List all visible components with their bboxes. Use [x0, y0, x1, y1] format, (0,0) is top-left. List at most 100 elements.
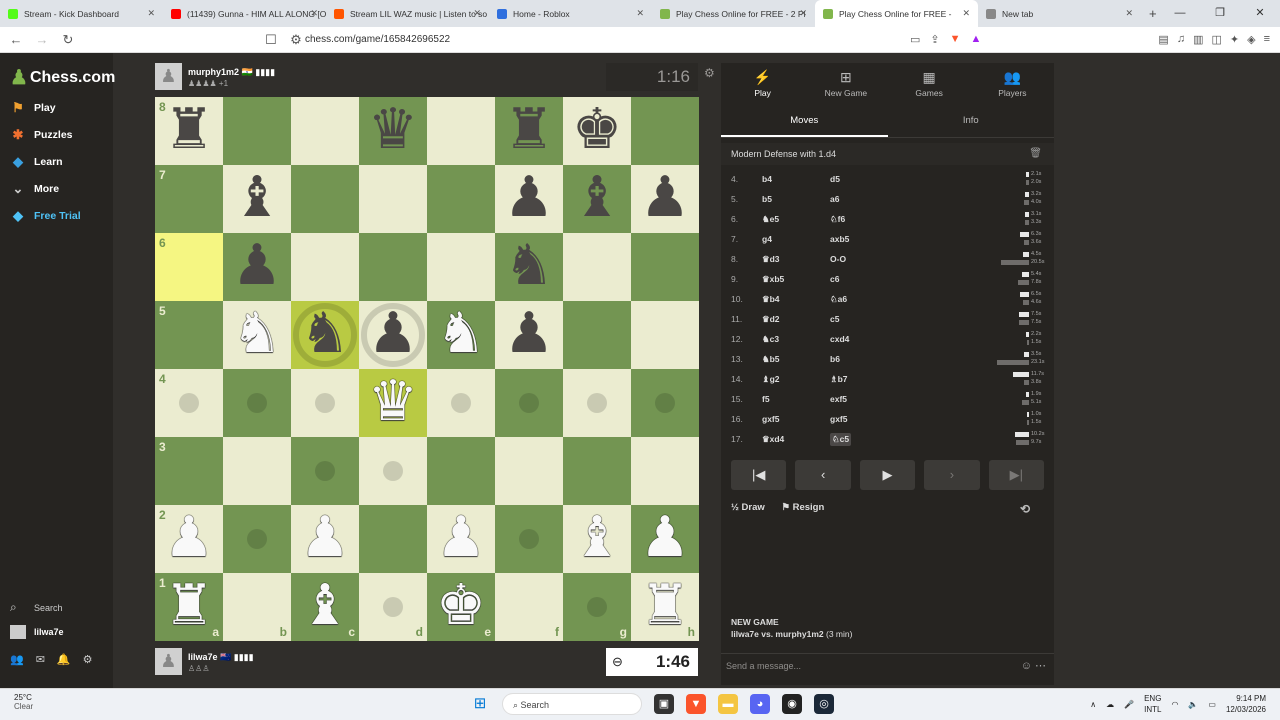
white-knight-icon[interactable]: ♞: [427, 301, 495, 369]
square-c4[interactable]: [291, 369, 359, 437]
previous-move-button[interactable]: ‹: [795, 460, 851, 490]
square-h5[interactable]: [631, 301, 699, 369]
square-e6[interactable]: [427, 233, 495, 301]
black-move[interactable]: ♘c5: [830, 433, 852, 446]
legal-move-dot[interactable]: [315, 461, 335, 481]
square-g6[interactable]: [563, 233, 631, 301]
brave-browser-icon[interactable]: ▼: [686, 694, 706, 714]
white-move[interactable]: ♛d3: [762, 254, 780, 265]
draw-button[interactable]: ½ Draw: [731, 502, 765, 513]
browser-tab[interactable]: (11439) Gunna - HIM ALL ALONG [O ✕: [163, 0, 326, 27]
browser-tab[interactable]: Home - Roblox ✕: [489, 0, 652, 27]
white-pawn-icon[interactable]: ♟: [427, 505, 495, 573]
square-h1[interactable]: h ♜: [631, 573, 699, 641]
square-b8[interactable]: [223, 97, 291, 165]
trash-icon[interactable]: 🗑: [1029, 143, 1042, 165]
square-e4[interactable]: [427, 369, 495, 437]
white-pawn-icon[interactable]: ♟: [155, 505, 223, 573]
vpn-icon[interactable]: ◈: [1247, 33, 1255, 46]
square-a6[interactable]: 6: [155, 233, 223, 301]
bottom-player-name[interactable]: lilwa7e: [188, 652, 218, 662]
tray-chevron-icon[interactable]: ∧: [1090, 700, 1096, 709]
board-settings-icon[interactable]: ⚙: [704, 66, 715, 80]
sidebar-item-learn[interactable]: ◆ Learn: [10, 154, 63, 170]
square-f5[interactable]: ♟: [495, 301, 563, 369]
taskbar-clock[interactable]: 9:14 PM 12/03/2026: [1226, 693, 1266, 715]
reader-icon[interactable]: ▥: [1193, 33, 1203, 46]
square-f4[interactable]: [495, 369, 563, 437]
sidebar-item-free-trial[interactable]: ◆ Free Trial: [10, 208, 81, 224]
cast-icon[interactable]: ▭: [910, 33, 920, 46]
white-move[interactable]: ♞e5: [762, 214, 779, 225]
panel-tab-players[interactable]: 👥 Players: [971, 63, 1054, 103]
file-explorer-icon[interactable]: ▬: [718, 694, 738, 714]
black-pawn-icon[interactable]: ♟: [631, 165, 699, 233]
white-pawn-icon[interactable]: ♟: [631, 505, 699, 573]
music-icon[interactable]: ♫: [1177, 33, 1185, 46]
square-g4[interactable]: [563, 369, 631, 437]
legal-move-dot[interactable]: [587, 597, 607, 617]
white-pawn-icon[interactable]: ♟: [291, 505, 359, 573]
square-e5[interactable]: ♞: [427, 301, 495, 369]
tab-close-icon[interactable]: ✕: [962, 8, 970, 19]
legal-move-dot[interactable]: [383, 461, 403, 481]
square-c2[interactable]: ♟: [291, 505, 359, 573]
black-move[interactable]: O-O: [830, 254, 846, 264]
square-d8[interactable]: ♛: [359, 97, 427, 165]
white-bishop-icon[interactable]: ♝: [291, 573, 359, 641]
onedrive-icon[interactable]: ☁: [1106, 700, 1114, 709]
black-pawn-icon[interactable]: ♟: [223, 233, 291, 301]
square-h4[interactable]: [631, 369, 699, 437]
resign-button[interactable]: ⚑ Resign: [781, 502, 824, 513]
square-e2[interactable]: ♟: [427, 505, 495, 573]
menu-icon[interactable]: ≡: [1264, 33, 1270, 46]
bottom-player-avatar[interactable]: ♟: [155, 648, 182, 675]
legal-move-dot[interactable]: [247, 529, 267, 549]
share-icon[interactable]: ⇪: [930, 33, 939, 46]
rewards-icon[interactable]: ▲: [971, 33, 982, 46]
square-f1[interactable]: f: [495, 573, 563, 641]
tab-close-icon[interactable]: ✕: [310, 8, 318, 19]
black-move[interactable]: ♘a6: [830, 294, 847, 305]
square-b5[interactable]: ♞: [223, 301, 291, 369]
last-move-button[interactable]: ▶|: [988, 460, 1045, 490]
square-h2[interactable]: ♟: [631, 505, 699, 573]
black-move[interactable]: b6: [830, 354, 840, 364]
tab-moves[interactable]: Moves: [721, 108, 888, 137]
back-icon[interactable]: ←: [6, 32, 26, 47]
top-player-avatar[interactable]: ♟: [155, 63, 182, 90]
black-king-icon[interactable]: ♚: [563, 97, 631, 165]
battery-icon[interactable]: ▭: [1208, 700, 1216, 709]
browser-tab[interactable]: Stream - Kick Dashboard ✕: [0, 0, 163, 27]
mail-icon[interactable]: ✉: [36, 653, 45, 666]
square-g8[interactable]: ♚: [563, 97, 631, 165]
tab-close-icon[interactable]: ✕: [147, 8, 155, 19]
square-b3[interactable]: [223, 437, 291, 505]
square-b4[interactable]: [223, 369, 291, 437]
square-f7[interactable]: ♟: [495, 165, 563, 233]
ai-icon[interactable]: ✦: [1230, 33, 1239, 46]
legal-move-dot[interactable]: [587, 393, 607, 413]
black-pawn-icon[interactable]: ♟: [495, 301, 563, 369]
black-move[interactable]: exf5: [830, 394, 847, 404]
square-d5[interactable]: ♟: [359, 301, 427, 369]
square-h3[interactable]: [631, 437, 699, 505]
square-c5[interactable]: ♞: [291, 301, 359, 369]
white-queen-icon[interactable]: ♛: [359, 369, 427, 437]
white-bishop-icon[interactable]: ♝: [563, 505, 631, 573]
square-h8[interactable]: [631, 97, 699, 165]
white-rook-icon[interactable]: ♜: [631, 573, 699, 641]
tab-close-icon[interactable]: ✕: [1125, 8, 1133, 19]
square-a8[interactable]: 8 ♜: [155, 97, 223, 165]
legal-move-dot[interactable]: [519, 529, 539, 549]
white-move[interactable]: b4: [762, 174, 772, 184]
browser-tab[interactable]: Stream LIL WAZ music | Listen to so ✕: [326, 0, 489, 27]
square-c3[interactable]: [291, 437, 359, 505]
new-tab-button[interactable]: +: [1149, 6, 1157, 21]
sidebar-item-puzzles[interactable]: ✱ Puzzles: [10, 127, 73, 143]
square-a5[interactable]: 5: [155, 301, 223, 369]
white-move[interactable]: ♛d2: [762, 314, 780, 325]
white-move[interactable]: ♝g2: [762, 374, 780, 385]
square-f8[interactable]: ♜: [495, 97, 563, 165]
flip-board-icon[interactable]: ⟲: [1020, 502, 1030, 516]
